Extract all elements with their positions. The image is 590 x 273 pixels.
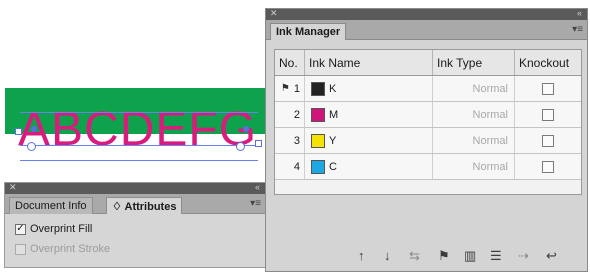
path-start-circle[interactable] (27, 142, 36, 151)
selection-handle-right[interactable] (255, 140, 262, 147)
ink-row[interactable]: 4 C Normal (275, 154, 581, 180)
flag-icon[interactable]: ⚑ (438, 248, 450, 264)
column-header-ink-type[interactable]: Ink Type (433, 50, 515, 75)
knockout-checkbox[interactable] (542, 134, 554, 147)
overprint-fill-label: Overprint Fill (30, 223, 93, 235)
selection-handle-left[interactable] (15, 128, 22, 135)
ink-swatch (311, 107, 325, 122)
process-ink-icon: ⚑ (280, 83, 290, 94)
ink-name: Y (329, 134, 337, 147)
ink-manager-tab-bar: Ink Manager ▾≡ (266, 20, 587, 40)
ink-row[interactable]: 2 M Normal (275, 102, 581, 128)
ink-type: Normal (472, 82, 508, 95)
double-arrow-icon[interactable]: « (255, 182, 260, 192)
ink-number: 3 (293, 134, 300, 147)
anchor-point[interactable] (243, 126, 249, 132)
selection-top-edge (20, 112, 258, 113)
alignment-icon[interactable]: ☰ (490, 248, 502, 264)
ink-number: 2 (293, 108, 300, 121)
ink-manager-panel: ✕ « Ink Manager ▾≡ No. Ink Name Ink Type… (265, 8, 588, 272)
panel-drag-strip[interactable]: ✕ « (5, 182, 265, 194)
column-header-knockout[interactable]: Knockout (515, 50, 581, 75)
selection-bottom-edge (20, 160, 258, 161)
overprint-stroke-row: Overprint Stroke (15, 243, 110, 255)
ink-swatch (311, 81, 325, 96)
double-arrow-icon[interactable]: « (577, 8, 582, 18)
attributes-panel: ✕ « Document Info ♢ Attributes ▾≡ ✓ Over… (4, 182, 266, 268)
bars-icon[interactable]: ▥ (464, 248, 476, 264)
ink-type: Normal (472, 160, 508, 173)
ink-name: K (329, 82, 337, 95)
spot-to-process-icon[interactable]: ⇢ (518, 248, 529, 264)
panel-menu-icon[interactable]: ▾≡ (250, 198, 261, 209)
ink-number: 4 (293, 160, 300, 173)
ink-name: M (329, 108, 339, 121)
ink-row[interactable]: 3 Y Normal (275, 128, 581, 154)
arrow-down-icon[interactable]: ↓ (384, 248, 391, 263)
knockout-checkbox[interactable] (542, 82, 554, 95)
overprint-fill-row[interactable]: ✓ Overprint Fill (15, 223, 92, 235)
overprint-stroke-label: Overprint Stroke (30, 243, 111, 255)
ink-table-header: No. Ink Name Ink Type Knockout (275, 50, 581, 76)
tab-attributes[interactable]: ♢ Attributes (106, 197, 183, 214)
ink-number: 1 (293, 82, 300, 95)
tab-ink-manager[interactable]: Ink Manager (270, 23, 347, 40)
ink-swatch (311, 133, 325, 148)
close-icon[interactable]: ✕ (9, 182, 17, 193)
column-header-ink-name[interactable]: Ink Name (305, 50, 433, 75)
ink-swatch (311, 159, 325, 174)
reset-icon[interactable]: ↩ (546, 248, 557, 264)
ink-table: No. Ink Name Ink Type Knockout ⚑ 1 K Norm… (274, 49, 582, 195)
ink-type: Normal (472, 108, 508, 121)
knockout-checkbox[interactable] (542, 108, 554, 121)
panel-menu-icon[interactable]: ▾≡ (572, 24, 583, 35)
ink-manager-footer: ↑ ↓ ⇆ ⚑ ▥ ☰ ⇢ ↩ (266, 245, 587, 267)
ink-type: Normal (472, 134, 508, 147)
anchor-point[interactable] (31, 126, 37, 132)
ink-row[interactable]: ⚑ 1 K Normal (275, 76, 581, 102)
column-header-no[interactable]: No. (275, 50, 305, 75)
overprint-fill-checkbox[interactable]: ✓ (15, 223, 26, 235)
arrow-up-icon[interactable]: ↑ (358, 248, 365, 263)
close-icon[interactable]: ✕ (270, 8, 278, 19)
path-end-circle[interactable] (236, 142, 245, 151)
overprint-stroke-checkbox (15, 243, 26, 255)
knockout-checkbox[interactable] (542, 160, 554, 173)
panel-drag-strip[interactable]: ✕ « (266, 8, 587, 20)
selection-baseline (20, 145, 258, 146)
tab-document-info[interactable]: Document Info (9, 197, 93, 214)
ink-name: C (329, 160, 337, 173)
attributes-tab-bar: Document Info ♢ Attributes ▾≡ (5, 194, 265, 214)
swap-icon[interactable]: ⇆ (409, 248, 420, 264)
